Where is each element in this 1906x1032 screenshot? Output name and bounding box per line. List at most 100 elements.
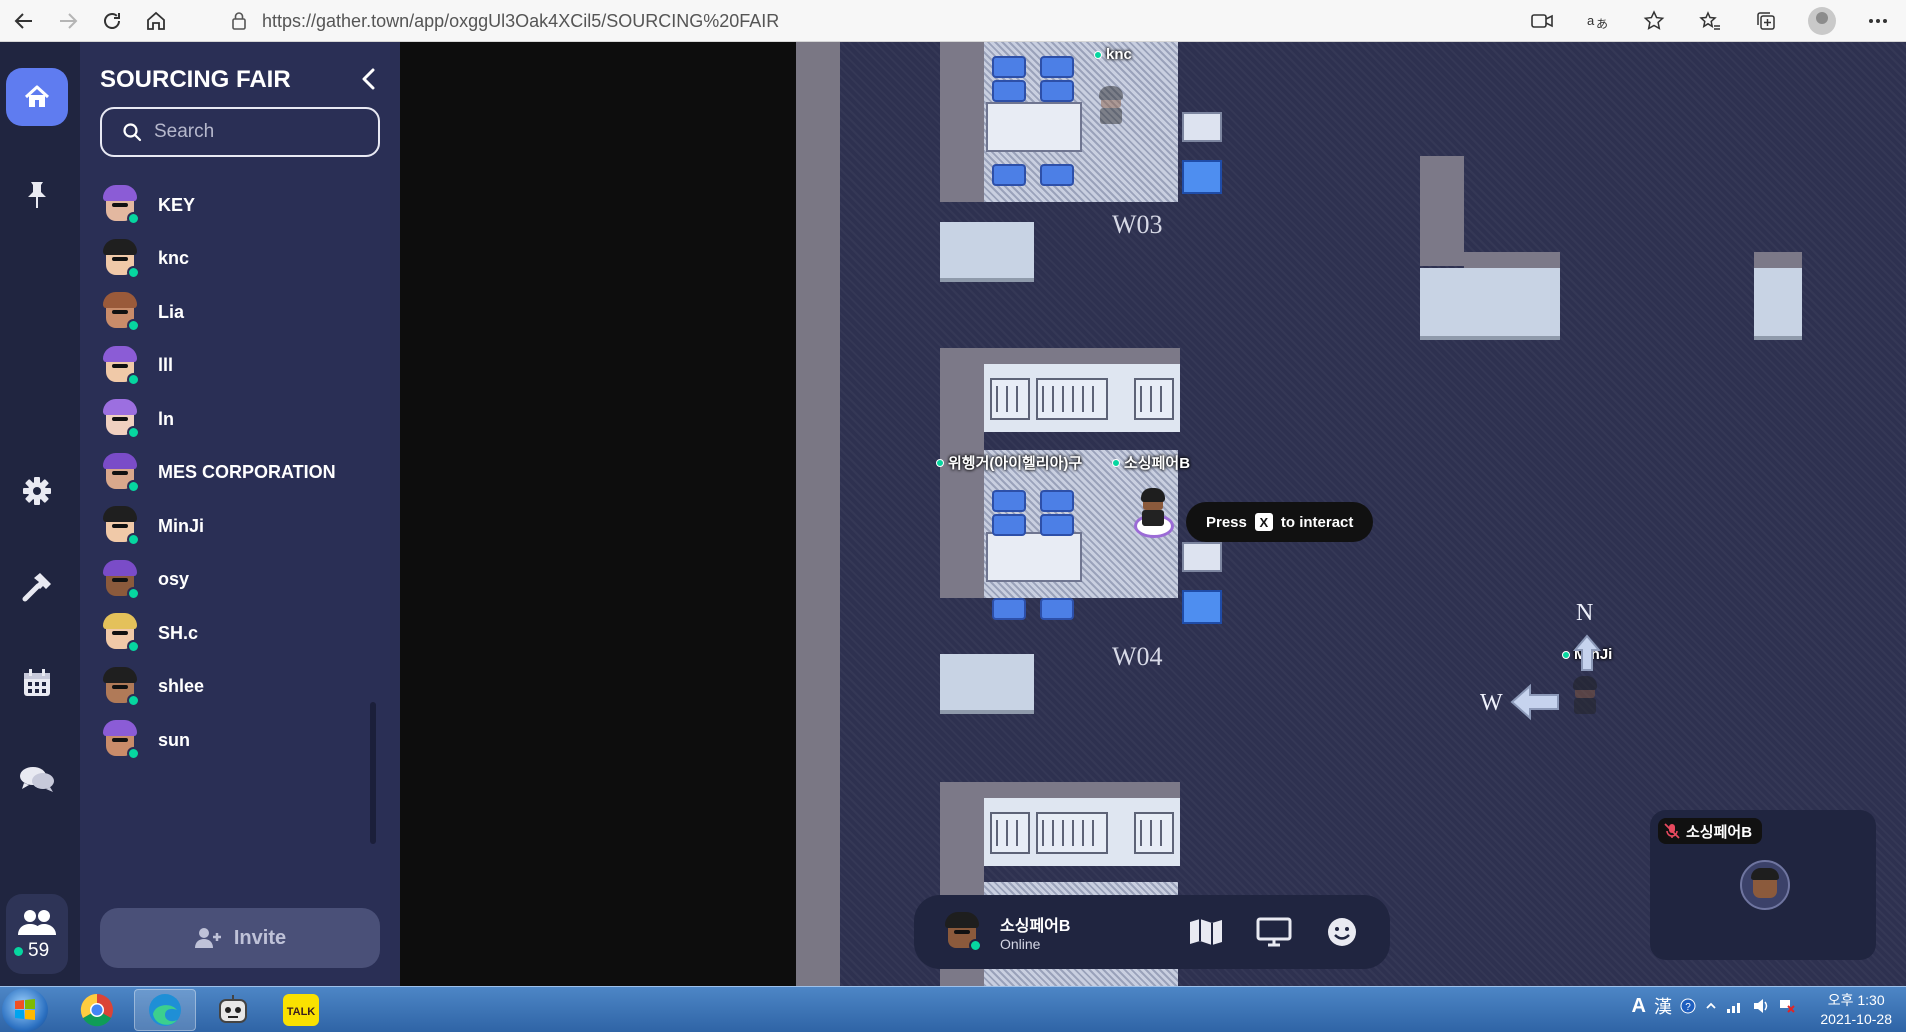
chair bbox=[1040, 490, 1074, 512]
member-item[interactable]: MES CORPORATION bbox=[100, 448, 370, 498]
booth-counter bbox=[940, 222, 1034, 282]
online-status-dot bbox=[127, 693, 140, 707]
chair bbox=[1040, 598, 1074, 620]
search-input[interactable] bbox=[154, 121, 354, 143]
url-text[interactable]: https://gather.town/app/oxggUl3Oak4XCil5… bbox=[262, 11, 779, 32]
online-status-dot bbox=[127, 426, 140, 439]
translate-icon[interactable]: aあ bbox=[1570, 0, 1626, 42]
online-count-text: 59 bbox=[28, 940, 50, 961]
help-icon[interactable]: ? bbox=[1680, 998, 1696, 1014]
forward-icon[interactable] bbox=[46, 0, 90, 42]
chair bbox=[1040, 80, 1074, 102]
booth-wall bbox=[940, 348, 984, 598]
ime-a[interactable]: A bbox=[1632, 995, 1646, 1018]
profile-icon[interactable] bbox=[1794, 0, 1850, 42]
player-label-knc[interactable]: knc bbox=[1094, 46, 1132, 63]
member-name: MinJi bbox=[158, 515, 205, 536]
member-item[interactable]: ln bbox=[100, 394, 370, 444]
map-icon[interactable] bbox=[1186, 912, 1226, 952]
clock[interactable]: 오후 1:30 2021-10-28 bbox=[1820, 991, 1892, 1029]
add-user-icon bbox=[194, 928, 221, 948]
counter-segment bbox=[1420, 268, 1560, 340]
player-avatar-minji[interactable] bbox=[1570, 676, 1600, 716]
favorites-icon[interactable] bbox=[1682, 0, 1738, 42]
member-item[interactable]: sun bbox=[100, 715, 370, 765]
shelf bbox=[1036, 812, 1108, 854]
calendar-icon[interactable] bbox=[6, 654, 68, 712]
start-button[interactable] bbox=[2, 988, 48, 1032]
screen-share-icon[interactable] bbox=[1254, 912, 1294, 952]
booth-table bbox=[986, 532, 1082, 582]
svg-text:TALK: TALK bbox=[287, 1006, 316, 1018]
chair bbox=[992, 598, 1026, 620]
member-name: ln bbox=[158, 408, 174, 429]
avatar bbox=[100, 345, 140, 386]
refresh-icon[interactable] bbox=[90, 0, 134, 42]
chair bbox=[1040, 514, 1074, 536]
home-browser-icon[interactable] bbox=[134, 0, 178, 42]
game-map[interactable]: W03 W04 knc 위헹거(아이헬리아)구 소싱페어B MinJi N W … bbox=[400, 42, 1906, 986]
player-avatar-knc[interactable] bbox=[1096, 86, 1126, 126]
member-name: KEY bbox=[158, 194, 196, 215]
app-robot-icon[interactable] bbox=[202, 989, 264, 1031]
player-label-me[interactable]: 소싱페어B bbox=[1112, 452, 1190, 473]
my-avatar-thumb[interactable] bbox=[942, 912, 982, 952]
booth-label-w04: W04 bbox=[1112, 642, 1163, 671]
member-name: MES CORPORATION bbox=[158, 462, 336, 482]
camera-icon[interactable] bbox=[1514, 0, 1570, 42]
status-bar: 소싱페어B Online bbox=[914, 895, 1390, 969]
volume-icon[interactable] bbox=[1752, 998, 1770, 1014]
network-icon[interactable] bbox=[1726, 998, 1744, 1014]
shelf bbox=[990, 812, 1030, 854]
more-icon[interactable] bbox=[1850, 0, 1906, 42]
member-item[interactable]: SH.c bbox=[100, 608, 370, 658]
invite-button[interactable]: Invite bbox=[100, 908, 380, 968]
booth-desk bbox=[1182, 160, 1222, 194]
chair bbox=[992, 56, 1026, 78]
map-wall bbox=[796, 42, 840, 986]
member-item[interactable]: KEY bbox=[100, 180, 370, 230]
emoji-icon[interactable] bbox=[1322, 912, 1362, 952]
interact-hint: Press X to interact bbox=[1186, 502, 1374, 542]
chat-icon[interactable] bbox=[6, 750, 68, 808]
collections-icon[interactable] bbox=[1738, 0, 1794, 42]
booth-table bbox=[986, 102, 1082, 152]
video-name: 소싱페어B bbox=[1686, 823, 1753, 841]
counter-segment bbox=[1754, 268, 1802, 340]
lock-icon[interactable] bbox=[224, 4, 254, 38]
invite-label: Invite bbox=[233, 926, 287, 949]
member-search[interactable] bbox=[100, 107, 380, 157]
tray-expand-icon[interactable] bbox=[1704, 999, 1718, 1013]
edge-icon[interactable] bbox=[134, 989, 196, 1031]
member-item[interactable]: shlee bbox=[100, 662, 370, 712]
mic-muted-icon bbox=[1664, 823, 1680, 839]
alert-flag-icon[interactable] bbox=[1778, 998, 1796, 1014]
back-icon[interactable] bbox=[2, 0, 46, 42]
kakaotalk-icon[interactable]: TALK bbox=[270, 989, 332, 1031]
collapse-panel-icon[interactable] bbox=[352, 62, 386, 96]
svg-text:?: ? bbox=[1685, 1002, 1691, 1013]
booth-wall bbox=[940, 42, 984, 202]
home-icon[interactable] bbox=[6, 68, 68, 126]
member-item[interactable]: MinJi bbox=[100, 501, 370, 551]
browser-actions: aあ bbox=[1514, 0, 1906, 42]
video-card[interactable]: 소싱페어B bbox=[1650, 810, 1876, 960]
gear-icon[interactable] bbox=[6, 462, 68, 520]
my-avatar[interactable] bbox=[1138, 488, 1168, 528]
favorite-add-icon[interactable] bbox=[1626, 0, 1682, 42]
member-item[interactable]: osy bbox=[100, 555, 370, 605]
pin-icon[interactable] bbox=[6, 166, 68, 224]
member-item[interactable]: lll bbox=[100, 341, 370, 391]
chrome-icon[interactable] bbox=[66, 989, 128, 1031]
compass-west-label: W bbox=[1480, 690, 1503, 716]
ime-han[interactable]: 漢 bbox=[1654, 993, 1672, 1019]
member-list-scrollbar[interactable] bbox=[370, 702, 376, 844]
member-name: sun bbox=[158, 729, 191, 750]
address-bar[interactable]: https://gather.town/app/oxggUl3Oak4XCil5… bbox=[224, 4, 1224, 38]
hammer-icon[interactable] bbox=[6, 558, 68, 616]
status-name-block[interactable]: 소싱페어B Online bbox=[1000, 912, 1070, 952]
shelf bbox=[1036, 378, 1108, 420]
member-item[interactable]: knc bbox=[100, 234, 370, 284]
player-label-wi[interactable]: 위헹거(아이헬리아)구 bbox=[936, 452, 1082, 473]
member-item[interactable]: Lia bbox=[100, 287, 370, 337]
